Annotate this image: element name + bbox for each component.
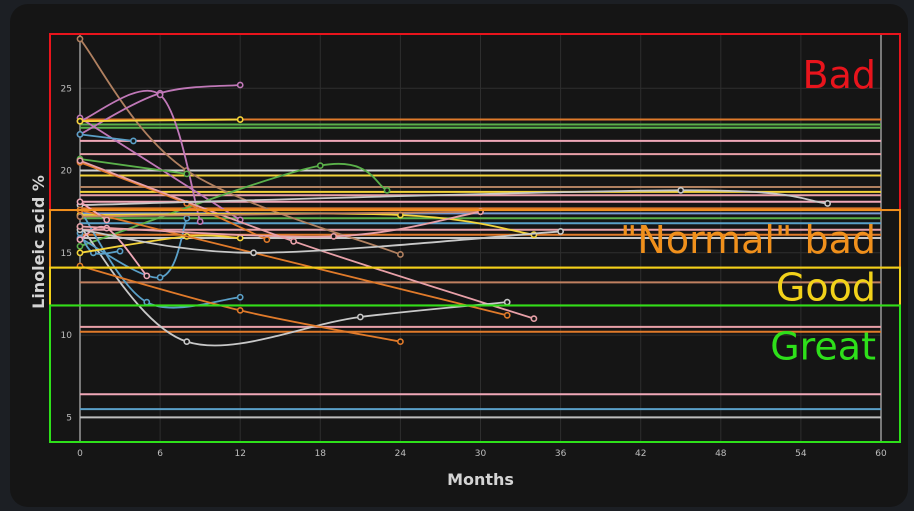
data-point (76, 35, 84, 43)
data-point (76, 236, 84, 244)
data-point (183, 170, 191, 178)
x-tick-label: 42 (635, 449, 646, 459)
data-point (183, 214, 191, 222)
data-point (76, 223, 84, 230)
data-point (143, 298, 151, 306)
zone-label: Good (776, 266, 876, 310)
data-point (677, 186, 685, 194)
x-tick-label: 18 (315, 449, 327, 459)
data-point (530, 315, 538, 323)
data-point (330, 232, 338, 240)
data-point (76, 249, 84, 257)
y-tick-label: 25 (61, 84, 72, 94)
data-point (76, 130, 84, 138)
data-point (557, 228, 564, 235)
data-point (396, 338, 404, 346)
x-tick-label: 54 (795, 449, 807, 459)
data-point (503, 311, 511, 319)
data-point (236, 234, 244, 242)
y-axis-ticks: 5 10 15 20 25 (61, 84, 73, 423)
zone-box (49, 33, 901, 212)
data-point (396, 251, 404, 258)
data-point (383, 186, 391, 194)
x-tick-label: 6 (157, 449, 163, 459)
data-point (236, 81, 244, 89)
data-point (356, 313, 364, 321)
data-point (263, 236, 271, 244)
data-point (250, 249, 257, 257)
data-point (316, 162, 324, 170)
y-tick-label: 10 (61, 331, 73, 341)
line-chart: 0 6 12 18 24 30 36 42 48 54 60 5 10 15 20 25 Bad "Norma… (29, 33, 901, 489)
x-tick-label: 30 (475, 449, 487, 459)
data-point (143, 272, 151, 280)
data-point (76, 117, 84, 125)
x-tick-label: 24 (395, 449, 407, 459)
x-tick-label: 12 (234, 449, 245, 459)
data-point (76, 198, 84, 206)
zone-label: Bad (803, 53, 876, 97)
data-point (824, 200, 831, 207)
data-point (236, 116, 244, 123)
y-tick-label: 15 (61, 249, 72, 259)
data-point (76, 157, 84, 165)
data-point (76, 242, 84, 250)
data-point (76, 213, 84, 221)
data-point (156, 274, 164, 281)
data-point (183, 338, 191, 346)
data-point (503, 298, 511, 306)
data-point (103, 216, 111, 224)
y-tick-label: 20 (61, 167, 73, 177)
y-tick-label: 5 (66, 413, 72, 423)
data-point (236, 306, 244, 314)
data-point (130, 137, 137, 145)
y-axis-title: Linoleic acid % (29, 175, 48, 309)
data-point (290, 237, 297, 245)
zone-label: Great (770, 324, 876, 368)
x-axis-title: Months (447, 470, 514, 489)
data-point (196, 218, 204, 225)
x-tick-label: 0 (77, 449, 83, 459)
chart-card: 0 6 12 18 24 30 36 42 48 54 60 5 10 15 20 25 Bad "Norma… (10, 4, 908, 507)
data-point (156, 91, 164, 99)
zone-label: "Normal" bad (620, 218, 876, 262)
x-axis-ticks: 0 6 12 18 24 30 36 42 48 54 60 (77, 449, 887, 459)
x-tick-label: 36 (555, 449, 567, 459)
data-series (76, 35, 831, 347)
data-point (236, 293, 244, 301)
data-point (116, 247, 124, 255)
x-tick-label: 60 (875, 449, 887, 459)
x-tick-label: 48 (715, 449, 727, 459)
